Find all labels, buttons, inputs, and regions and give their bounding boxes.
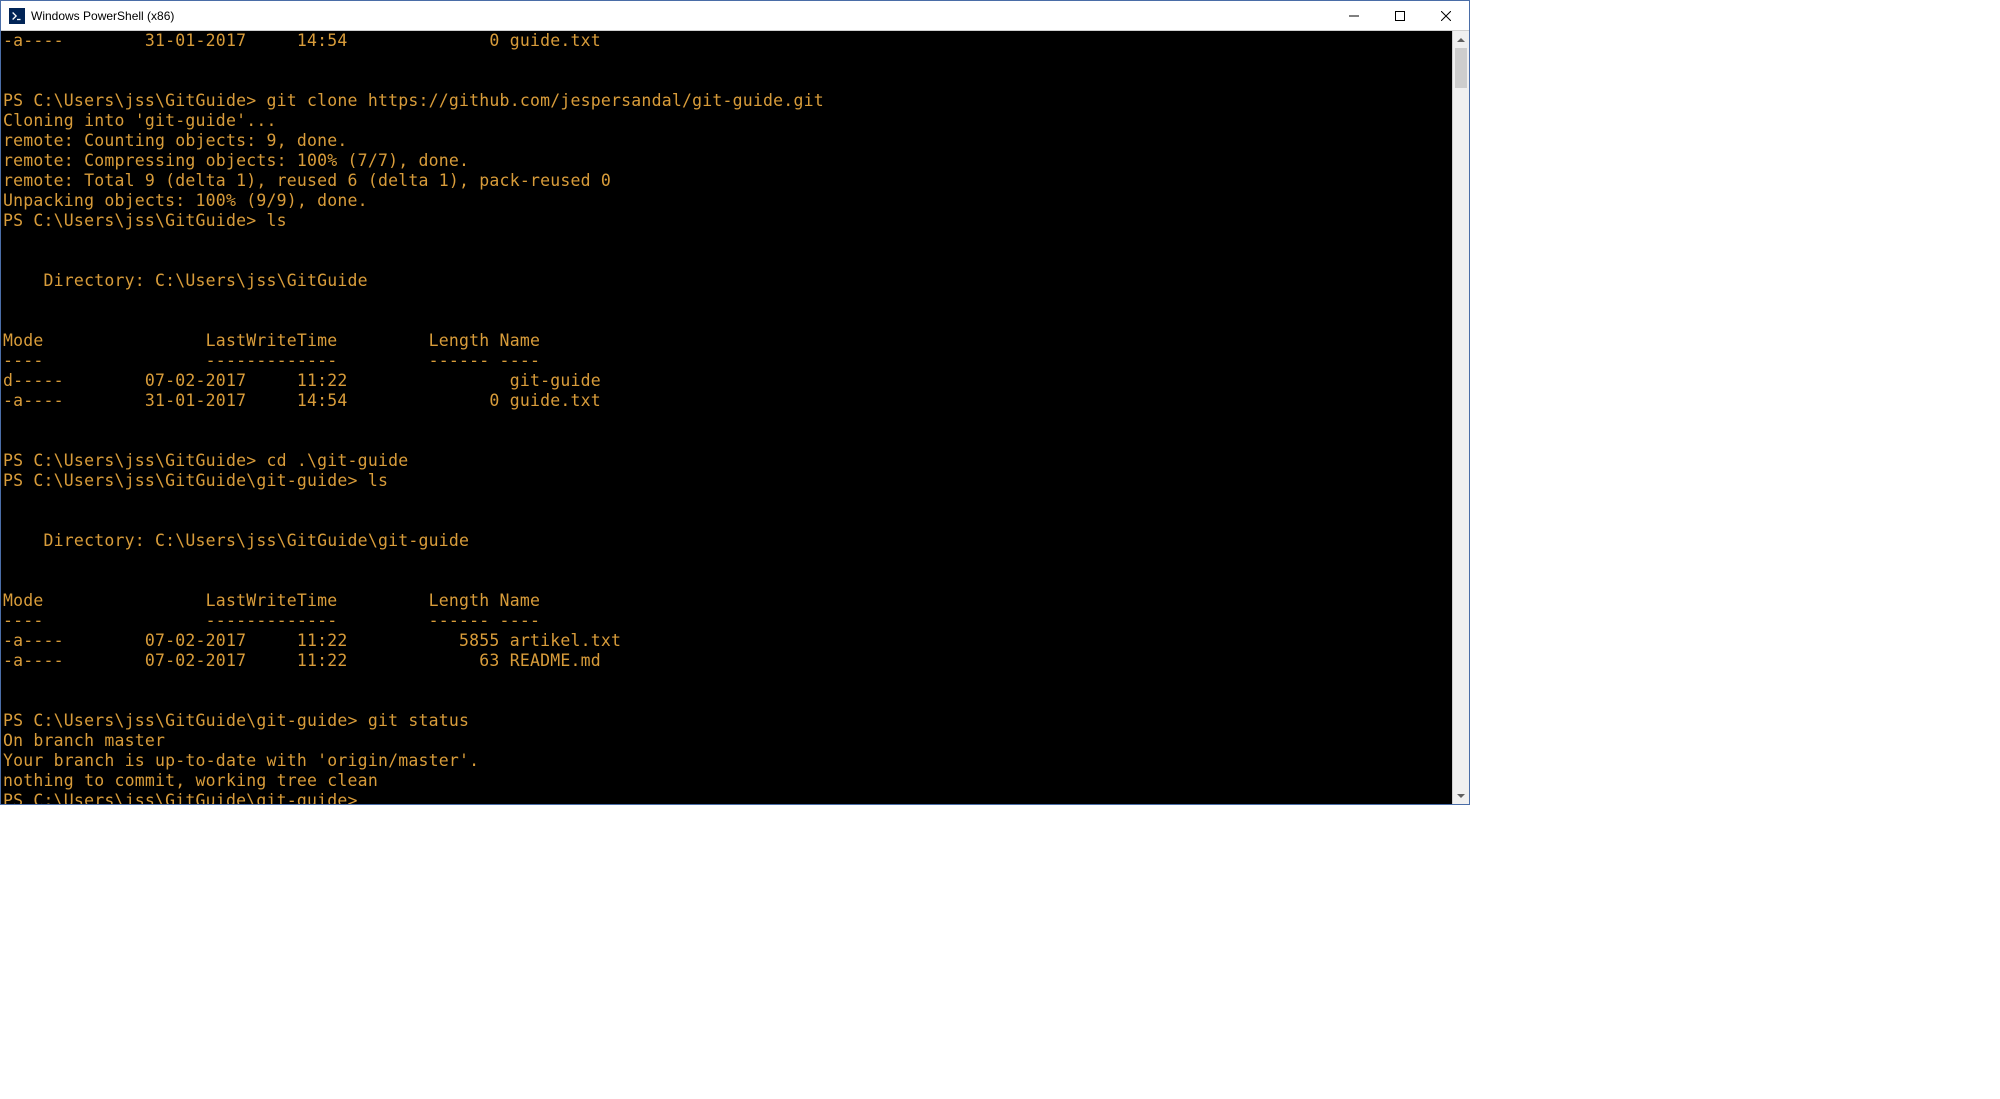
scroll-up-arrow-icon[interactable] [1453, 31, 1469, 48]
close-button[interactable] [1423, 1, 1469, 30]
minimize-button[interactable] [1331, 1, 1377, 30]
scroll-down-arrow-icon[interactable] [1453, 787, 1469, 804]
scroll-track[interactable] [1453, 48, 1469, 787]
terminal-area: -a---- 31-01-2017 14:54 0 guide.txt PS C… [1, 31, 1469, 804]
terminal-output[interactable]: -a---- 31-01-2017 14:54 0 guide.txt PS C… [1, 31, 1452, 804]
maximize-button[interactable] [1377, 1, 1423, 30]
powershell-window: Windows PowerShell (x86) -a---- 31-01-20… [0, 0, 1470, 805]
window-title: Windows PowerShell (x86) [31, 9, 174, 23]
titlebar[interactable]: Windows PowerShell (x86) [1, 1, 1469, 31]
powershell-icon [9, 8, 25, 24]
window-controls [1331, 1, 1469, 30]
vertical-scrollbar[interactable] [1452, 31, 1469, 804]
scroll-thumb[interactable] [1455, 48, 1467, 88]
